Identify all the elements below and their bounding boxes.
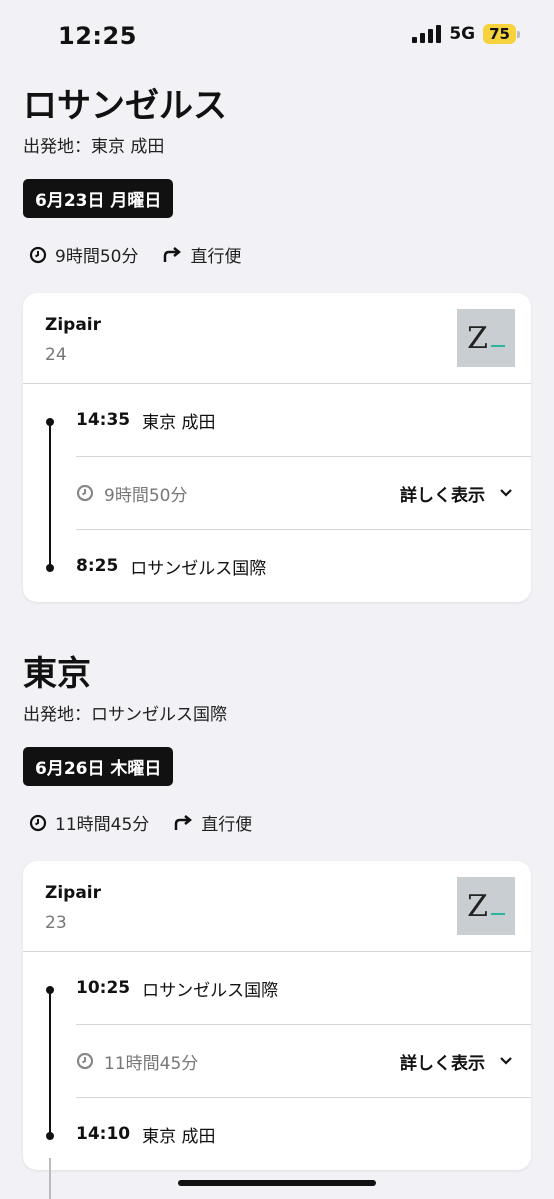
network-label: 5G — [449, 24, 476, 44]
destination-title: 東京 — [23, 654, 91, 694]
chevron-down-icon — [500, 489, 512, 497]
leg-return: 東京 出発地：ロサンゼルス国際 6月26日 木曜日 11時間45分 直行便 Zi… — [0, 646, 554, 1170]
airline-logo: Z — [457, 309, 515, 367]
flight-duration: 9時間50分 — [104, 485, 188, 506]
leg-outbound: ロサンゼルス 出発地：東京 成田 6月23日 月曜日 9時間50分 直行便 Zi… — [0, 78, 554, 602]
airline-name: Zipair — [45, 315, 102, 335]
departure-time: 10:25 — [76, 978, 131, 998]
departure-time: 14:35 — [76, 410, 131, 430]
departure-stop: 10:25 ロサンゼルス国際 — [76, 952, 531, 1024]
flight-timeline: 10:25 ロサンゼルス国際 11時間45分 詳しく表示 14:10 東京 成田 — [23, 952, 531, 1170]
origin-label: 出発地：東京 成田 — [23, 137, 165, 157]
trip-meta: 11時間45分 直行便 — [23, 810, 531, 835]
flight-type-meta: 直行便 — [162, 242, 241, 267]
airline-logo: Z — [457, 877, 515, 935]
duration-text: 9時間50分 — [55, 247, 139, 267]
duration-meta: 11時間45分 — [29, 810, 149, 835]
status-bar: 12:25 5G 75 — [0, 0, 554, 74]
flight-duration-row: 9時間50分 詳しく表示 — [76, 456, 531, 530]
flight-card-header: Zipair 23 Z — [23, 861, 531, 952]
battery-icon: 75 — [483, 24, 520, 44]
logo-text: Z — [467, 320, 488, 356]
continuation-line — [49, 1158, 51, 1199]
logo-text: Z — [467, 888, 488, 924]
clock-icon — [76, 1052, 94, 1070]
show-details-label: 詳しく表示 — [400, 485, 485, 506]
arrival-dot — [46, 564, 54, 572]
arrow-right-icon — [164, 246, 182, 262]
status-indicators: 5G 75 — [412, 24, 520, 44]
duration-text: 11時間45分 — [55, 815, 150, 835]
flight-duration: 11時間45分 — [104, 1053, 199, 1074]
duration-meta: 9時間50分 — [29, 242, 138, 267]
flight-number: 24 — [45, 345, 67, 365]
departure-dot — [46, 418, 54, 426]
flight-number: 23 — [45, 913, 67, 933]
show-details-label: 詳しく表示 — [400, 1053, 485, 1074]
clock-icon — [29, 246, 47, 263]
arrival-stop: 14:10 東京 成田 — [76, 1098, 531, 1170]
flight-card-header: Zipair 24 Z — [23, 293, 531, 384]
flight-timeline: 14:35 東京 成田 9時間50分 詳しく表示 8:25 ロサンゼルス国際 — [23, 384, 531, 602]
origin-label: 出発地：ロサンゼルス国際 — [23, 705, 227, 725]
show-details-button[interactable]: 詳しく表示 — [400, 481, 513, 506]
chevron-down-icon — [500, 1057, 512, 1065]
flight-type-text: 直行便 — [190, 247, 242, 267]
arrival-time: 8:25 — [76, 556, 119, 576]
arrival-dot — [46, 1132, 54, 1140]
flight-card[interactable]: Zipair 24 Z 14:35 東京 成田 9時間50分 詳しく表示 8:2… — [23, 293, 531, 602]
arrow-right-icon — [175, 814, 193, 830]
arrival-time: 14:10 — [76, 1124, 131, 1144]
destination-title: ロサンゼルス — [23, 86, 227, 126]
arrival-stop: 8:25 ロサンゼルス国際 — [76, 530, 531, 602]
flight-card[interactable]: Zipair 23 Z 10:25 ロサンゼルス国際 11時間45分 詳しく表示 — [23, 861, 531, 1170]
flight-type-meta: 直行便 — [173, 810, 252, 835]
flight-duration-row: 11時間45分 詳しく表示 — [76, 1024, 531, 1098]
arrival-place: ロサンゼルス国際 — [130, 558, 267, 579]
flight-type-text: 直行便 — [201, 815, 253, 835]
departure-place: 東京 成田 — [142, 412, 216, 433]
clock-icon — [76, 484, 94, 502]
trip-meta: 9時間50分 直行便 — [23, 242, 531, 267]
date-chip: 6月23日 月曜日 — [23, 179, 174, 218]
departure-place: ロサンゼルス国際 — [142, 980, 279, 1001]
date-chip: 6月26日 木曜日 — [23, 747, 174, 786]
departure-stop: 14:35 東京 成田 — [76, 384, 531, 456]
home-indicator[interactable] — [178, 1180, 376, 1186]
signal-icon — [412, 25, 442, 43]
departure-dot — [46, 986, 54, 994]
show-details-button[interactable]: 詳しく表示 — [400, 1049, 513, 1074]
clock-icon — [29, 814, 47, 831]
arrival-place: 東京 成田 — [142, 1126, 216, 1147]
status-time: 12:25 — [58, 22, 137, 50]
airline-name: Zipair — [45, 883, 102, 903]
